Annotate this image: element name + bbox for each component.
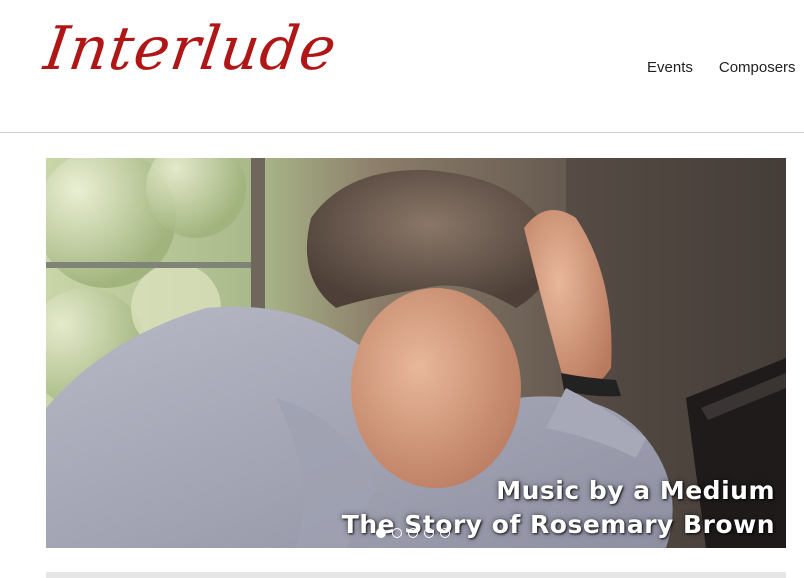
slider-dot-3[interactable] <box>408 528 418 538</box>
site-header: Interlude Events Composers <box>0 0 804 133</box>
main-nav: Events Composers <box>647 59 796 76</box>
site-logo[interactable]: Interlude <box>40 14 341 84</box>
slider-dot-2[interactable] <box>392 528 402 538</box>
nav-item-composers[interactable]: Composers <box>719 59 796 76</box>
slider-dot-5[interactable] <box>440 528 450 538</box>
slider-pagination <box>376 528 450 538</box>
content-section-edge <box>46 572 786 578</box>
hero-caption-line1: Music by a Medium <box>496 476 775 505</box>
slider-dot-4[interactable] <box>424 528 434 538</box>
slider-dot-1[interactable] <box>376 528 386 538</box>
nav-item-events[interactable]: Events <box>647 59 693 76</box>
hero-slider[interactable]: Music by a Medium The Story of Rosemary … <box>46 158 786 548</box>
